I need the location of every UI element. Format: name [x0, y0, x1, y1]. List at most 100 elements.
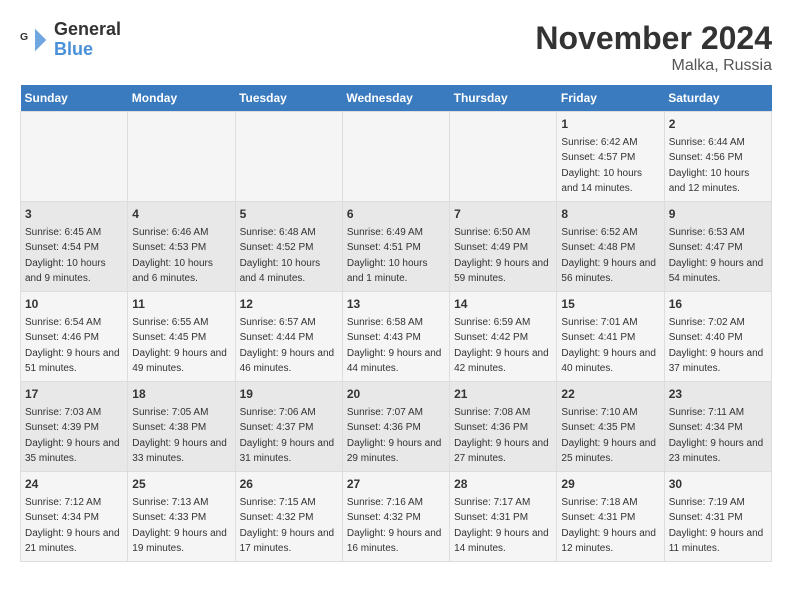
- header: G General Blue November 2024 Malka, Russ…: [20, 20, 772, 75]
- day-number: 7: [454, 206, 552, 223]
- day-number: 1: [561, 116, 659, 133]
- day-info: Sunrise: 6:55 AM Sunset: 4:45 PM Dayligh…: [132, 317, 227, 374]
- day-number: 13: [347, 296, 445, 313]
- day-number: 22: [561, 386, 659, 403]
- calendar-table: SundayMondayTuesdayWednesdayThursdayFrid…: [20, 85, 772, 562]
- col-header-saturday: Saturday: [664, 85, 771, 112]
- day-info: Sunrise: 6:42 AM Sunset: 4:57 PM Dayligh…: [561, 137, 642, 194]
- day-number: 17: [25, 386, 123, 403]
- day-info: Sunrise: 6:58 AM Sunset: 4:43 PM Dayligh…: [347, 317, 442, 374]
- day-number: 30: [669, 476, 767, 493]
- col-header-wednesday: Wednesday: [342, 85, 449, 112]
- day-number: 3: [25, 206, 123, 223]
- day-info: Sunrise: 6:54 AM Sunset: 4:46 PM Dayligh…: [25, 317, 120, 374]
- col-header-friday: Friday: [557, 85, 664, 112]
- day-number: 5: [240, 206, 338, 223]
- calendar-cell: 15 Sunrise: 7:01 AM Sunset: 4:41 PM Dayli…: [557, 292, 664, 382]
- calendar-cell: 13 Sunrise: 6:58 AM Sunset: 4:43 PM Dayli…: [342, 292, 449, 382]
- day-number: 12: [240, 296, 338, 313]
- day-number: 4: [132, 206, 230, 223]
- calendar-cell: 4 Sunrise: 6:46 AM Sunset: 4:53 PM Daylig…: [128, 202, 235, 292]
- calendar-cell: 8Sunrise: 6:52 AM Sunset: 4:48 PM Daylig…: [557, 202, 664, 292]
- day-info: Sunrise: 7:12 AM Sunset: 4:34 PM Dayligh…: [25, 497, 120, 554]
- calendar-cell: [450, 112, 557, 202]
- day-info: Sunrise: 6:52 AM Sunset: 4:48 PM Dayligh…: [561, 227, 656, 284]
- calendar-cell: [128, 112, 235, 202]
- day-number: 14: [454, 296, 552, 313]
- calendar-cell: 19 Sunrise: 7:06 AM Sunset: 4:37 PM Dayli…: [235, 382, 342, 472]
- day-number: 9: [669, 206, 767, 223]
- calendar-cell: 12 Sunrise: 6:57 AM Sunset: 4:44 PM Dayli…: [235, 292, 342, 382]
- col-header-tuesday: Tuesday: [235, 85, 342, 112]
- day-info: Sunrise: 7:07 AM Sunset: 4:36 PM Dayligh…: [347, 407, 442, 464]
- calendar-cell: 14Sunrise: 6:59 AM Sunset: 4:42 PM Dayli…: [450, 292, 557, 382]
- calendar-cell: 1 Sunrise: 6:42 AM Sunset: 4:57 PM Daylig…: [557, 112, 664, 202]
- day-number: 20: [347, 386, 445, 403]
- day-info: Sunrise: 6:53 AM Sunset: 4:47 PM Dayligh…: [669, 227, 764, 284]
- day-info: Sunrise: 7:18 AM Sunset: 4:31 PM Dayligh…: [561, 497, 656, 554]
- calendar-cell: 20 Sunrise: 7:07 AM Sunset: 4:36 PM Dayli…: [342, 382, 449, 472]
- day-number: 18: [132, 386, 230, 403]
- calendar-cell: 21Sunrise: 7:08 AM Sunset: 4:36 PM Dayli…: [450, 382, 557, 472]
- day-info: Sunrise: 6:57 AM Sunset: 4:44 PM Dayligh…: [240, 317, 335, 374]
- day-info: Sunrise: 6:45 AM Sunset: 4:54 PM Dayligh…: [25, 227, 106, 284]
- calendar-cell: 30 Sunrise: 7:19 AM Sunset: 4:31 PM Dayli…: [664, 472, 771, 562]
- day-number: 26: [240, 476, 338, 493]
- day-info: Sunrise: 6:44 AM Sunset: 4:56 PM Dayligh…: [669, 137, 750, 194]
- day-info: Sunrise: 7:16 AM Sunset: 4:32 PM Dayligh…: [347, 497, 442, 554]
- calendar-week-5: 24Sunrise: 7:12 AM Sunset: 4:34 PM Dayli…: [21, 472, 772, 562]
- calendar-week-3: 10 Sunrise: 6:54 AM Sunset: 4:46 PM Dayli…: [21, 292, 772, 382]
- calendar-cell: 10 Sunrise: 6:54 AM Sunset: 4:46 PM Dayli…: [21, 292, 128, 382]
- title-block: November 2024 Malka, Russia: [535, 20, 772, 75]
- calendar-cell: 11 Sunrise: 6:55 AM Sunset: 4:45 PM Dayli…: [128, 292, 235, 382]
- day-number: 11: [132, 296, 230, 313]
- day-info: Sunrise: 7:03 AM Sunset: 4:39 PM Dayligh…: [25, 407, 120, 464]
- day-info: Sunrise: 7:01 AM Sunset: 4:41 PM Dayligh…: [561, 317, 656, 374]
- calendar-cell: 3 Sunrise: 6:45 AM Sunset: 4:54 PM Daylig…: [21, 202, 128, 292]
- day-info: Sunrise: 7:19 AM Sunset: 4:31 PM Dayligh…: [669, 497, 764, 554]
- calendar-cell: 24Sunrise: 7:12 AM Sunset: 4:34 PM Dayli…: [21, 472, 128, 562]
- calendar-week-4: 17 Sunrise: 7:03 AM Sunset: 4:39 PM Dayli…: [21, 382, 772, 472]
- logo-icon: G: [20, 25, 50, 55]
- day-info: Sunrise: 7:13 AM Sunset: 4:33 PM Dayligh…: [132, 497, 227, 554]
- col-header-monday: Monday: [128, 85, 235, 112]
- calendar-cell: 29Sunrise: 7:18 AM Sunset: 4:31 PM Dayli…: [557, 472, 664, 562]
- day-info: Sunrise: 7:15 AM Sunset: 4:32 PM Dayligh…: [240, 497, 335, 554]
- calendar-cell: 2 Sunrise: 6:44 AM Sunset: 4:56 PM Daylig…: [664, 112, 771, 202]
- location: Malka, Russia: [535, 57, 772, 75]
- calendar-cell: 28 Sunrise: 7:17 AM Sunset: 4:31 PM Dayli…: [450, 472, 557, 562]
- day-number: 10: [25, 296, 123, 313]
- day-number: 19: [240, 386, 338, 403]
- calendar-cell: [342, 112, 449, 202]
- day-number: 6: [347, 206, 445, 223]
- calendar-cell: [21, 112, 128, 202]
- day-info: Sunrise: 7:05 AM Sunset: 4:38 PM Dayligh…: [132, 407, 227, 464]
- day-info: Sunrise: 7:11 AM Sunset: 4:34 PM Dayligh…: [669, 407, 764, 464]
- calendar-week-2: 3 Sunrise: 6:45 AM Sunset: 4:54 PM Daylig…: [21, 202, 772, 292]
- day-info: Sunrise: 6:46 AM Sunset: 4:53 PM Dayligh…: [132, 227, 213, 284]
- day-number: 2: [669, 116, 767, 133]
- calendar-cell: 6Sunrise: 6:49 AM Sunset: 4:51 PM Daylig…: [342, 202, 449, 292]
- calendar-cell: 18 Sunrise: 7:05 AM Sunset: 4:38 PM Dayli…: [128, 382, 235, 472]
- day-number: 27: [347, 476, 445, 493]
- calendar-week-1: 1 Sunrise: 6:42 AM Sunset: 4:57 PM Daylig…: [21, 112, 772, 202]
- day-info: Sunrise: 7:17 AM Sunset: 4:31 PM Dayligh…: [454, 497, 549, 554]
- day-info: Sunrise: 7:02 AM Sunset: 4:40 PM Dayligh…: [669, 317, 764, 374]
- day-info: Sunrise: 7:06 AM Sunset: 4:37 PM Dayligh…: [240, 407, 335, 464]
- logo-text: General Blue: [54, 20, 121, 60]
- col-header-thursday: Thursday: [450, 85, 557, 112]
- calendar-cell: 5 Sunrise: 6:48 AM Sunset: 4:52 PM Daylig…: [235, 202, 342, 292]
- day-info: Sunrise: 6:48 AM Sunset: 4:52 PM Dayligh…: [240, 227, 321, 284]
- day-number: 23: [669, 386, 767, 403]
- calendar-header-row: SundayMondayTuesdayWednesdayThursdayFrid…: [21, 85, 772, 112]
- day-number: 28: [454, 476, 552, 493]
- calendar-cell: 23 Sunrise: 7:11 AM Sunset: 4:34 PM Dayli…: [664, 382, 771, 472]
- calendar-cell: 27 Sunrise: 7:16 AM Sunset: 4:32 PM Dayli…: [342, 472, 449, 562]
- day-number: 21: [454, 386, 552, 403]
- calendar-cell: 22 Sunrise: 7:10 AM Sunset: 4:35 PM Dayli…: [557, 382, 664, 472]
- day-info: Sunrise: 7:10 AM Sunset: 4:35 PM Dayligh…: [561, 407, 656, 464]
- day-info: Sunrise: 6:50 AM Sunset: 4:49 PM Dayligh…: [454, 227, 549, 284]
- month-title: November 2024: [535, 20, 772, 57]
- day-number: 15: [561, 296, 659, 313]
- logo: G General Blue: [20, 20, 121, 60]
